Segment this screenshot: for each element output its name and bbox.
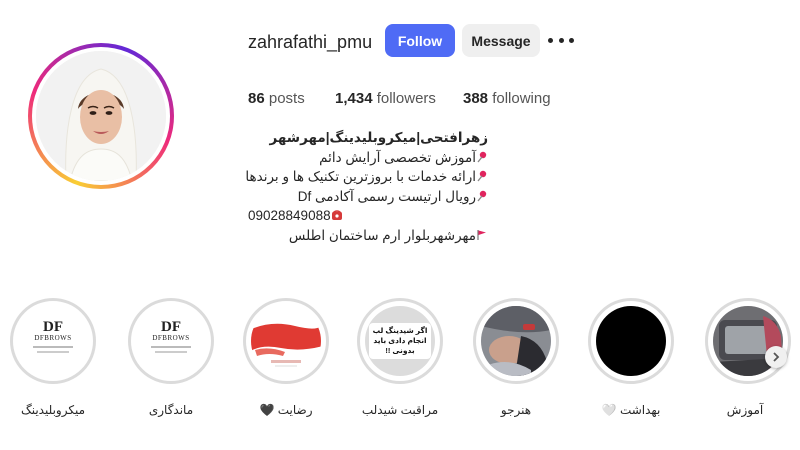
message-button[interactable]: Message [462,24,540,57]
follow-button[interactable]: Follow [385,24,455,57]
red-brush-image [251,306,321,376]
highlight-label: مراقبت شیدلب [361,403,439,417]
bio-line: رویال ارتیست رسمی آکادمی Df [248,187,488,207]
bio-line: مهرشهربلوار ارم ساختمان اطلس [248,226,488,246]
profile-bio: زهرافتحی|میکروبلیدینگ|مهرشهر آموزش تخصصی… [245,128,488,246]
highlight-item[interactable] [473,298,559,384]
bio-display-name: زهرافتحی|میکروبلیدینگ|مهرشهر [269,130,488,145]
telephone-icon [331,207,343,220]
highlight-item[interactable]: اگر شیدینگ لب انجام دادی باید بدونی !! [357,298,443,384]
flag-icon [476,227,488,240]
bio-line-text: آموزش تخصصی آرایش دائم [319,149,476,165]
highlight-item[interactable] [705,298,791,384]
more-dot [558,37,564,43]
bio-line: ارائه خدمات با بروزترین تکنیک ها و برنده… [245,167,488,187]
highlight-item[interactable] [243,298,329,384]
highlight-label: رضایت 🖤 [259,403,313,417]
chevron-right-icon [773,352,780,362]
highlights-next-button[interactable] [765,346,787,368]
df-logo-mark: DF [161,319,181,335]
df-logo-rule [155,351,187,353]
highlight-ring [588,298,674,384]
avatar-portrait-image [36,51,166,181]
highlight-cover [596,306,666,376]
highlight-label: ماندگاری [148,403,194,417]
more-dot [548,37,553,43]
bio-phone[interactable]: 09028849088 [248,208,331,223]
highlight-ring [705,298,791,384]
bio-phone-line: 09028849088 [248,206,488,226]
df-logo-text: DFBROWS [34,334,72,342]
df-logo-rule [33,346,73,348]
following-label: following [492,90,551,107]
highlight-ring: DF DFBROWS [128,298,214,384]
profile-avatar[interactable] [28,43,174,189]
pushpin-icon [476,188,488,201]
following-count-value: 388 [463,90,489,107]
profile-username: zahrafathi_pmu [248,32,373,52]
avatar-photo [36,51,166,181]
df-logo-text: DFBROWS [152,334,190,342]
highlight-item[interactable]: DF DFBROWS [128,298,214,384]
training-photo-image [481,306,551,376]
highlight-cover [251,306,321,376]
highlight-label: هنرجو [500,403,532,417]
posts-count: 86 posts [248,90,305,107]
highlight-item[interactable]: DF DFBROWS [10,298,96,384]
followers-label: followers [376,90,436,107]
bio-line-text: رویال ارتیست رسمی آکادمی Df [297,188,476,204]
df-logo-rule [151,346,191,348]
followers-count[interactable]: 1,434 followers [335,90,436,107]
followers-count-value: 1,434 [335,90,373,107]
highlight-cover: DF DFBROWS [18,306,88,376]
highlight-item[interactable] [588,298,674,384]
df-logo-rule [37,351,69,353]
highlight-cover: اگر شیدینگ لب انجام دادی باید بدونی !! [365,306,435,376]
following-count[interactable]: 388 following [463,90,551,107]
posts-count-value: 86 [248,90,265,107]
pushpin-icon [476,168,488,182]
highlight-cover: DF DFBROWS [136,306,206,376]
highlight-ring: DF DFBROWS [10,298,96,384]
highlight-ring [473,298,559,384]
bio-line: آموزش تخصصی آرایش دائم [248,148,488,168]
highlight-cover [481,306,551,376]
more-dot [569,37,574,43]
bio-line-text: مهرشهربلوار ارم ساختمان اطلس [288,227,476,243]
df-logo-mark: DF [43,319,63,335]
highlight-ring: اگر شیدینگ لب انجام دادی باید بدونی !! [357,298,443,384]
highlight-ring [243,298,329,384]
posts-label: posts [268,90,305,107]
highlight-label: بهداشت 🤍 [601,403,661,417]
highlight-label: میکروبلیدینگ [20,403,86,417]
highlight-label: آموزش [726,403,764,417]
pushpin-icon [476,149,488,162]
more-options-icon[interactable] [548,30,574,50]
bio-line-text: ارائه خدمات با بروزترین تکنیک ها و برنده… [245,169,476,184]
avatar-inner-border [32,47,170,185]
highlight-cover-caption: اگر شیدینگ لب انجام دادی باید بدونی !! [369,323,431,359]
